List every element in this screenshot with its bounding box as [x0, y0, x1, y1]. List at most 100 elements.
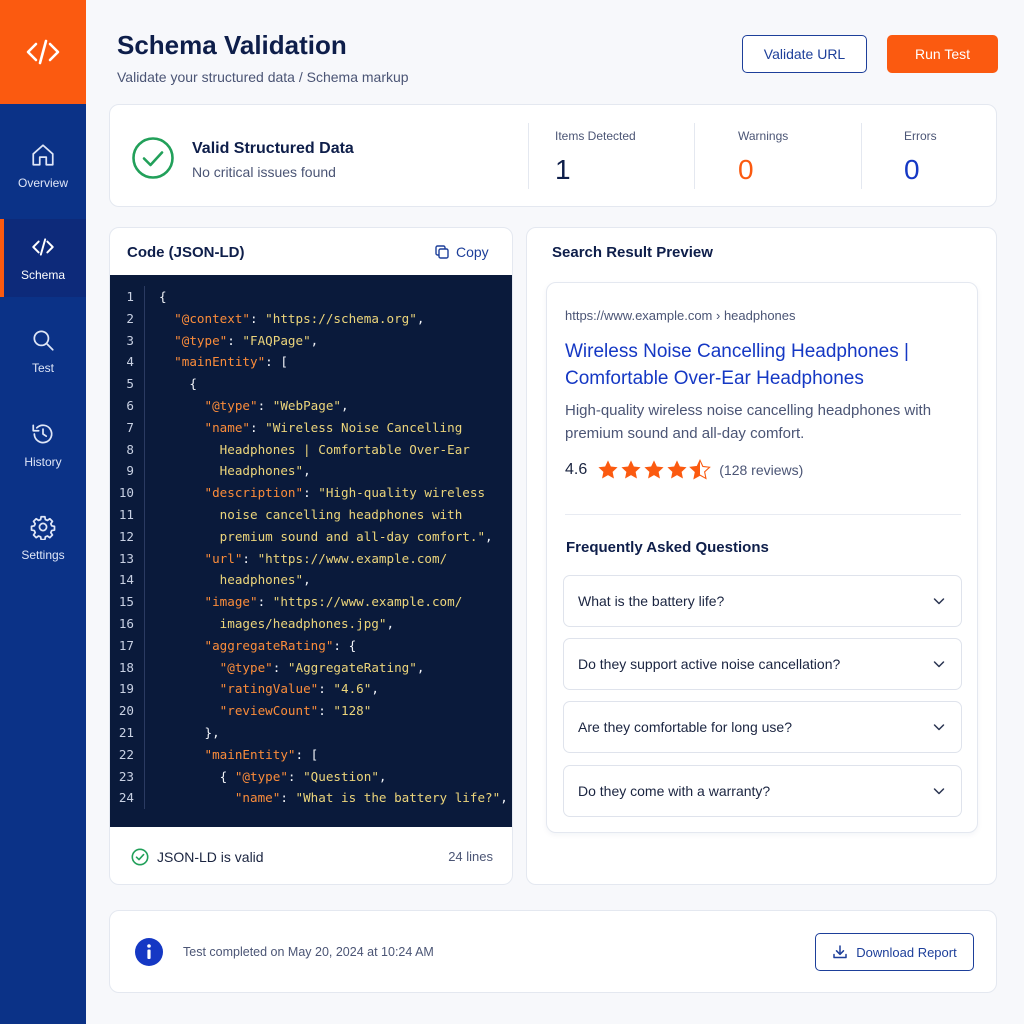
line-number: 7: [126, 419, 134, 435]
code-line: 3 "@type": "FAQPage",: [110, 329, 512, 352]
sidebar: Overview Schema Test History Settings: [0, 0, 86, 1024]
line-number: 16: [118, 615, 134, 631]
star-icon: [644, 460, 664, 479]
line-number: 4: [126, 354, 134, 370]
sidebar-item-label: History: [24, 455, 62, 469]
faq-question: Do they come with a warranty?: [578, 783, 771, 799]
faq-item[interactable]: Do they come with a warranty?: [563, 765, 962, 817]
code-text: {: [159, 289, 167, 304]
code-text: "description": "High-quality wireless: [204, 485, 486, 501]
rating-value: 4.6: [565, 461, 588, 478]
code-text: "mainEntity": [: [174, 354, 288, 370]
faq-question: Are they comfortable for long use?: [578, 719, 793, 735]
validation-summary: Valid Structured Data No critical issues…: [109, 104, 997, 207]
code-line: 9 Headphones",: [110, 460, 512, 483]
code-text: "name": "Wireless Noise Cancelling: [204, 419, 463, 435]
history-icon: [32, 424, 53, 444]
sidebar-item-label: Test: [31, 361, 54, 375]
rating-row: 4.6 (128 reviews): [565, 459, 803, 481]
result-url: https://www.example.com › headphones: [565, 308, 796, 323]
copy-label: Copy: [456, 244, 489, 260]
page-subtitle: Validate your structured data / Schema m…: [117, 69, 409, 85]
faq-question: Do they support active noise cancellatio…: [578, 656, 841, 672]
code-line: 12 premium sound and all-day comfort.",: [110, 525, 512, 548]
chevron-down-icon: [933, 788, 945, 795]
line-number: 8: [126, 441, 134, 457]
sidebar-item-overview[interactable]: Overview: [0, 127, 86, 205]
line-number: 14: [118, 572, 134, 588]
line-number: 6: [126, 397, 134, 413]
code-panel-title: Code (JSON-LD): [127, 244, 245, 261]
copy-icon: [435, 245, 449, 259]
stat-label: Errors: [904, 129, 937, 143]
code-text: "aggregateRating": {: [204, 637, 357, 653]
faq-item[interactable]: Are they comfortable for long use?: [563, 701, 962, 753]
line-number: 12: [118, 528, 134, 544]
chevron-down-icon: [933, 598, 945, 605]
stat-items-detected: Items Detected 1: [528, 123, 694, 189]
code-text: "@type": "FAQPage",: [174, 332, 319, 348]
line-number: 3: [126, 332, 134, 348]
code-icon: [32, 238, 54, 256]
logo[interactable]: [0, 0, 86, 104]
code-text: {: [159, 376, 197, 392]
code-text: { "@type": "Question",: [159, 768, 387, 784]
stat-value: 1: [555, 154, 571, 185]
faq-item[interactable]: Do they support active noise cancellatio…: [563, 638, 962, 690]
line-number: 2: [126, 310, 134, 326]
line-number: 21: [118, 724, 134, 740]
sidebar-item-history[interactable]: History: [0, 406, 86, 484]
code-line: 16 images/headphones.jpg",: [110, 612, 512, 635]
status-title: Valid Structured Data: [192, 140, 354, 157]
page-title: Schema Validation: [117, 30, 347, 60]
code-line: 21 },: [110, 721, 512, 744]
code-text: "@type": "WebPage",: [204, 397, 349, 413]
faq-item[interactable]: What is the battery life?: [563, 575, 962, 627]
code-status-bar: JSON-LD is valid 24 lines: [110, 827, 512, 884]
star-rating: [597, 459, 712, 481]
sidebar-item-settings[interactable]: Settings: [0, 499, 86, 577]
code-line: 6 "@type": "WebPage",: [110, 394, 512, 417]
star-icon: [621, 460, 641, 479]
validate-url-button[interactable]: Validate URL: [742, 35, 867, 73]
test-completed-text: Test completed on May 20, 2024 at 10:24 …: [183, 945, 434, 959]
sidebar-item-label: Settings: [21, 548, 65, 562]
code-text: Headphones",: [159, 463, 311, 479]
sidebar-item-label: Overview: [17, 176, 68, 190]
copy-button[interactable]: Copy: [434, 244, 489, 260]
line-number: 18: [118, 659, 134, 675]
code-line: 1{: [110, 286, 512, 308]
line-number: 13: [118, 550, 134, 566]
sidebar-item-test[interactable]: Test: [0, 312, 86, 390]
code-line: 4 "mainEntity": [: [110, 351, 512, 374]
info-icon: [135, 938, 163, 966]
search-preview-panel: Search Result Preview https://www.exampl…: [526, 227, 997, 885]
test-status-footer: Test completed on May 20, 2024 at 10:24 …: [109, 910, 997, 993]
code-text: "@context": "https://schema.org",: [174, 310, 425, 326]
code-text: noise cancelling headphones with: [159, 506, 463, 522]
search-icon: [33, 330, 54, 351]
download-report-button[interactable]: Download Report: [815, 933, 974, 971]
stat-errors: Errors 0: [861, 123, 997, 189]
download-icon: [833, 945, 848, 959]
star-icon: [598, 460, 618, 479]
line-number: 1: [126, 289, 134, 304]
stat-label: Warnings: [738, 129, 789, 143]
sidebar-item-schema[interactable]: Schema: [0, 219, 86, 297]
star-icon: [667, 460, 687, 479]
line-number: 22: [118, 746, 134, 762]
divider: [565, 514, 961, 515]
code-line: 5 {: [110, 373, 512, 395]
run-test-button[interactable]: Run Test: [887, 35, 998, 73]
stat-value: 0: [738, 154, 754, 185]
result-title-link[interactable]: Wireless Noise Cancelling Headphones | C…: [565, 338, 945, 392]
result-description: High-quality wireless noise cancelling h…: [565, 402, 932, 442]
code-line: 17 "aggregateRating": {: [110, 634, 512, 657]
code-line: 8 Headphones | Comfortable Over-Ear: [110, 438, 512, 461]
code-text: },: [159, 724, 220, 740]
status-description: No critical issues found: [192, 164, 336, 180]
code-line: 2 "@context": "https://schema.org",: [110, 307, 512, 330]
code-editor[interactable]: 1{2 "@context": "https://schema.org", 3 "…: [110, 275, 512, 827]
faq-title: Frequently Asked Questions: [566, 539, 769, 556]
code-line: 15 "image": "https://www.example.com/: [110, 591, 512, 613]
